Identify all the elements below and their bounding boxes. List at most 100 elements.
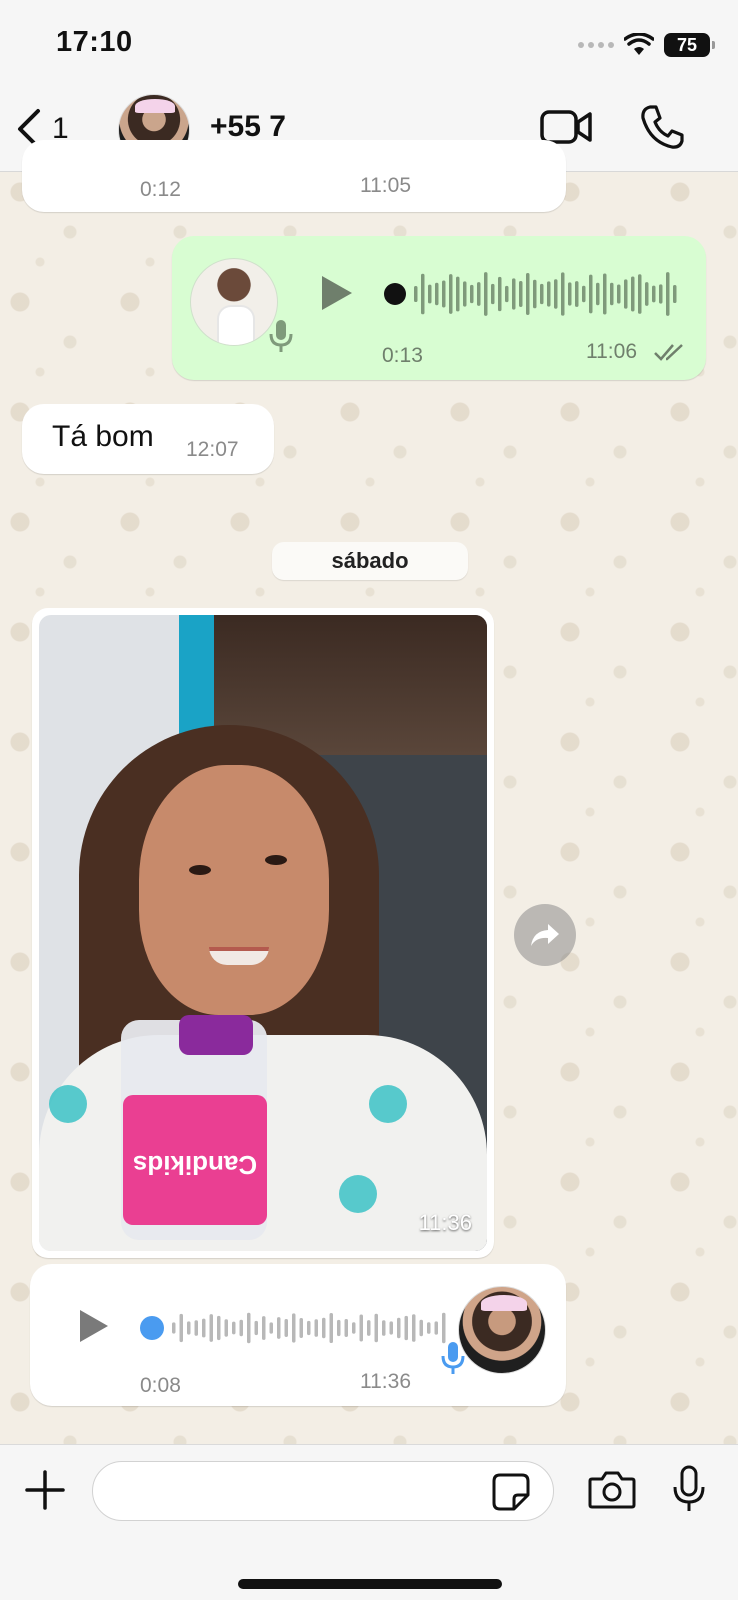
message-time: 12:07 xyxy=(186,438,239,461)
waveform-bar xyxy=(512,278,516,310)
message-time: 11:36 xyxy=(360,1370,411,1393)
waveform-bar xyxy=(540,283,544,305)
waveform-bar xyxy=(526,273,530,315)
forward-button[interactable] xyxy=(514,904,576,966)
waveform-bar xyxy=(442,1312,446,1344)
voice-waveform[interactable] xyxy=(382,264,682,324)
photo-content[interactable]: Candikids xyxy=(39,615,487,1251)
waveform-bar xyxy=(428,284,432,304)
message-time: 11:36 xyxy=(418,1210,472,1235)
sticker-icon xyxy=(492,1473,530,1511)
home-indicator xyxy=(238,1579,502,1589)
status-time: 17:10 xyxy=(56,26,133,58)
waveform-bar xyxy=(519,281,523,307)
camera-icon xyxy=(588,1471,636,1509)
composer-bar xyxy=(0,1444,738,1600)
microphone-icon xyxy=(269,320,293,352)
playback-position-handle[interactable] xyxy=(384,283,406,305)
waveform-bar xyxy=(434,1321,438,1335)
voice-message-incoming-partial[interactable]: 0:12 11:05 xyxy=(22,140,566,212)
waveform-bar xyxy=(603,273,607,315)
voice-message-outgoing[interactable]: 0:13 11:06 xyxy=(172,236,706,380)
waveform-bar xyxy=(284,1318,288,1338)
photo-eye xyxy=(189,865,211,875)
waveform-bar xyxy=(187,1321,191,1335)
double-check-icon xyxy=(654,344,683,361)
forward-arrow-icon xyxy=(531,924,559,946)
waveform-bar xyxy=(610,282,614,306)
waveform-bar xyxy=(299,1318,303,1338)
waveform-bar xyxy=(329,1312,333,1344)
sender-avatar xyxy=(458,1286,546,1374)
camera-button[interactable] xyxy=(588,1469,636,1514)
waveform-bar xyxy=(477,282,481,306)
photo-mouth xyxy=(209,947,269,965)
photo-shirt-pattern xyxy=(49,1085,87,1123)
play-icon[interactable] xyxy=(78,1308,110,1344)
photo-bottle-cap xyxy=(179,1015,253,1055)
voice-call-button[interactable] xyxy=(640,104,684,155)
message-time: 11:06 xyxy=(586,340,637,363)
waveform-bar xyxy=(638,274,642,314)
image-message-incoming[interactable]: Candikids 11:36 xyxy=(32,608,494,1258)
attach-button[interactable] xyxy=(24,1469,66,1516)
phone-icon xyxy=(641,105,684,149)
waveform-bar xyxy=(367,1320,371,1336)
waveform-bar xyxy=(533,279,537,309)
waveform-bar xyxy=(419,1319,423,1337)
waveform-bar xyxy=(568,282,572,306)
waveform-bar xyxy=(202,1318,206,1338)
waveform-bar xyxy=(314,1319,318,1337)
waveform-bar xyxy=(337,1319,341,1337)
waveform-bar xyxy=(575,281,579,307)
voice-duration: 0:12 xyxy=(140,178,181,201)
waveform-bar xyxy=(561,272,565,316)
waveform-bar xyxy=(224,1319,228,1337)
wifi-icon xyxy=(624,33,654,55)
waveform-bar xyxy=(645,282,649,306)
waveform-bar xyxy=(277,1317,281,1339)
battery-indicator: 75 xyxy=(664,33,715,57)
waveform-bar xyxy=(389,1321,393,1335)
waveform-bar xyxy=(404,1315,408,1341)
waveform-bar xyxy=(307,1320,311,1336)
waveform-bar xyxy=(292,1313,296,1343)
microphone-icon xyxy=(673,1465,705,1511)
waveform-bar xyxy=(352,1322,356,1334)
waveform-bar xyxy=(589,274,593,314)
message-time: 11:05 xyxy=(360,174,411,197)
photo-shirt-pattern xyxy=(369,1085,407,1123)
waveform-bar xyxy=(179,1313,183,1343)
message-input[interactable] xyxy=(92,1461,554,1521)
waveform-bar xyxy=(442,280,446,308)
photo-product-label: Candikids xyxy=(123,1095,267,1225)
waveform-bar xyxy=(322,1317,326,1339)
play-icon[interactable] xyxy=(320,274,354,312)
contact-name[interactable]: +55 7 xyxy=(210,110,286,144)
voice-message-incoming[interactable]: 0:08 11:36 xyxy=(30,1264,566,1406)
voice-waveform[interactable] xyxy=(138,1300,448,1356)
waveform-bar xyxy=(421,273,425,315)
waveform-bar xyxy=(382,1320,386,1336)
waveform-bar xyxy=(666,272,670,316)
voice-duration: 0:08 xyxy=(140,1374,181,1397)
waveform-bar xyxy=(247,1312,251,1344)
playback-position-handle[interactable] xyxy=(140,1316,164,1340)
waveform-bar xyxy=(172,1322,176,1334)
waveform-bar xyxy=(239,1319,243,1337)
waveform-bar xyxy=(554,279,558,309)
message-text: Tá bom xyxy=(52,420,154,453)
record-voice-button[interactable] xyxy=(672,1465,706,1518)
waveform-bar xyxy=(397,1317,401,1339)
waveform-bar xyxy=(582,285,586,303)
waveform-bar xyxy=(673,284,677,304)
waveform-bar xyxy=(484,272,488,316)
text-message-incoming[interactable]: Tá bom 12:07 xyxy=(22,404,274,474)
waveform-bar xyxy=(491,283,495,305)
waveform-bar xyxy=(232,1321,236,1335)
waveform-bar xyxy=(456,276,460,312)
status-bar: 17:10 75 xyxy=(0,0,738,90)
waveform-bar xyxy=(217,1315,221,1341)
plus-icon xyxy=(25,1470,65,1510)
sticker-button[interactable] xyxy=(492,1473,530,1516)
